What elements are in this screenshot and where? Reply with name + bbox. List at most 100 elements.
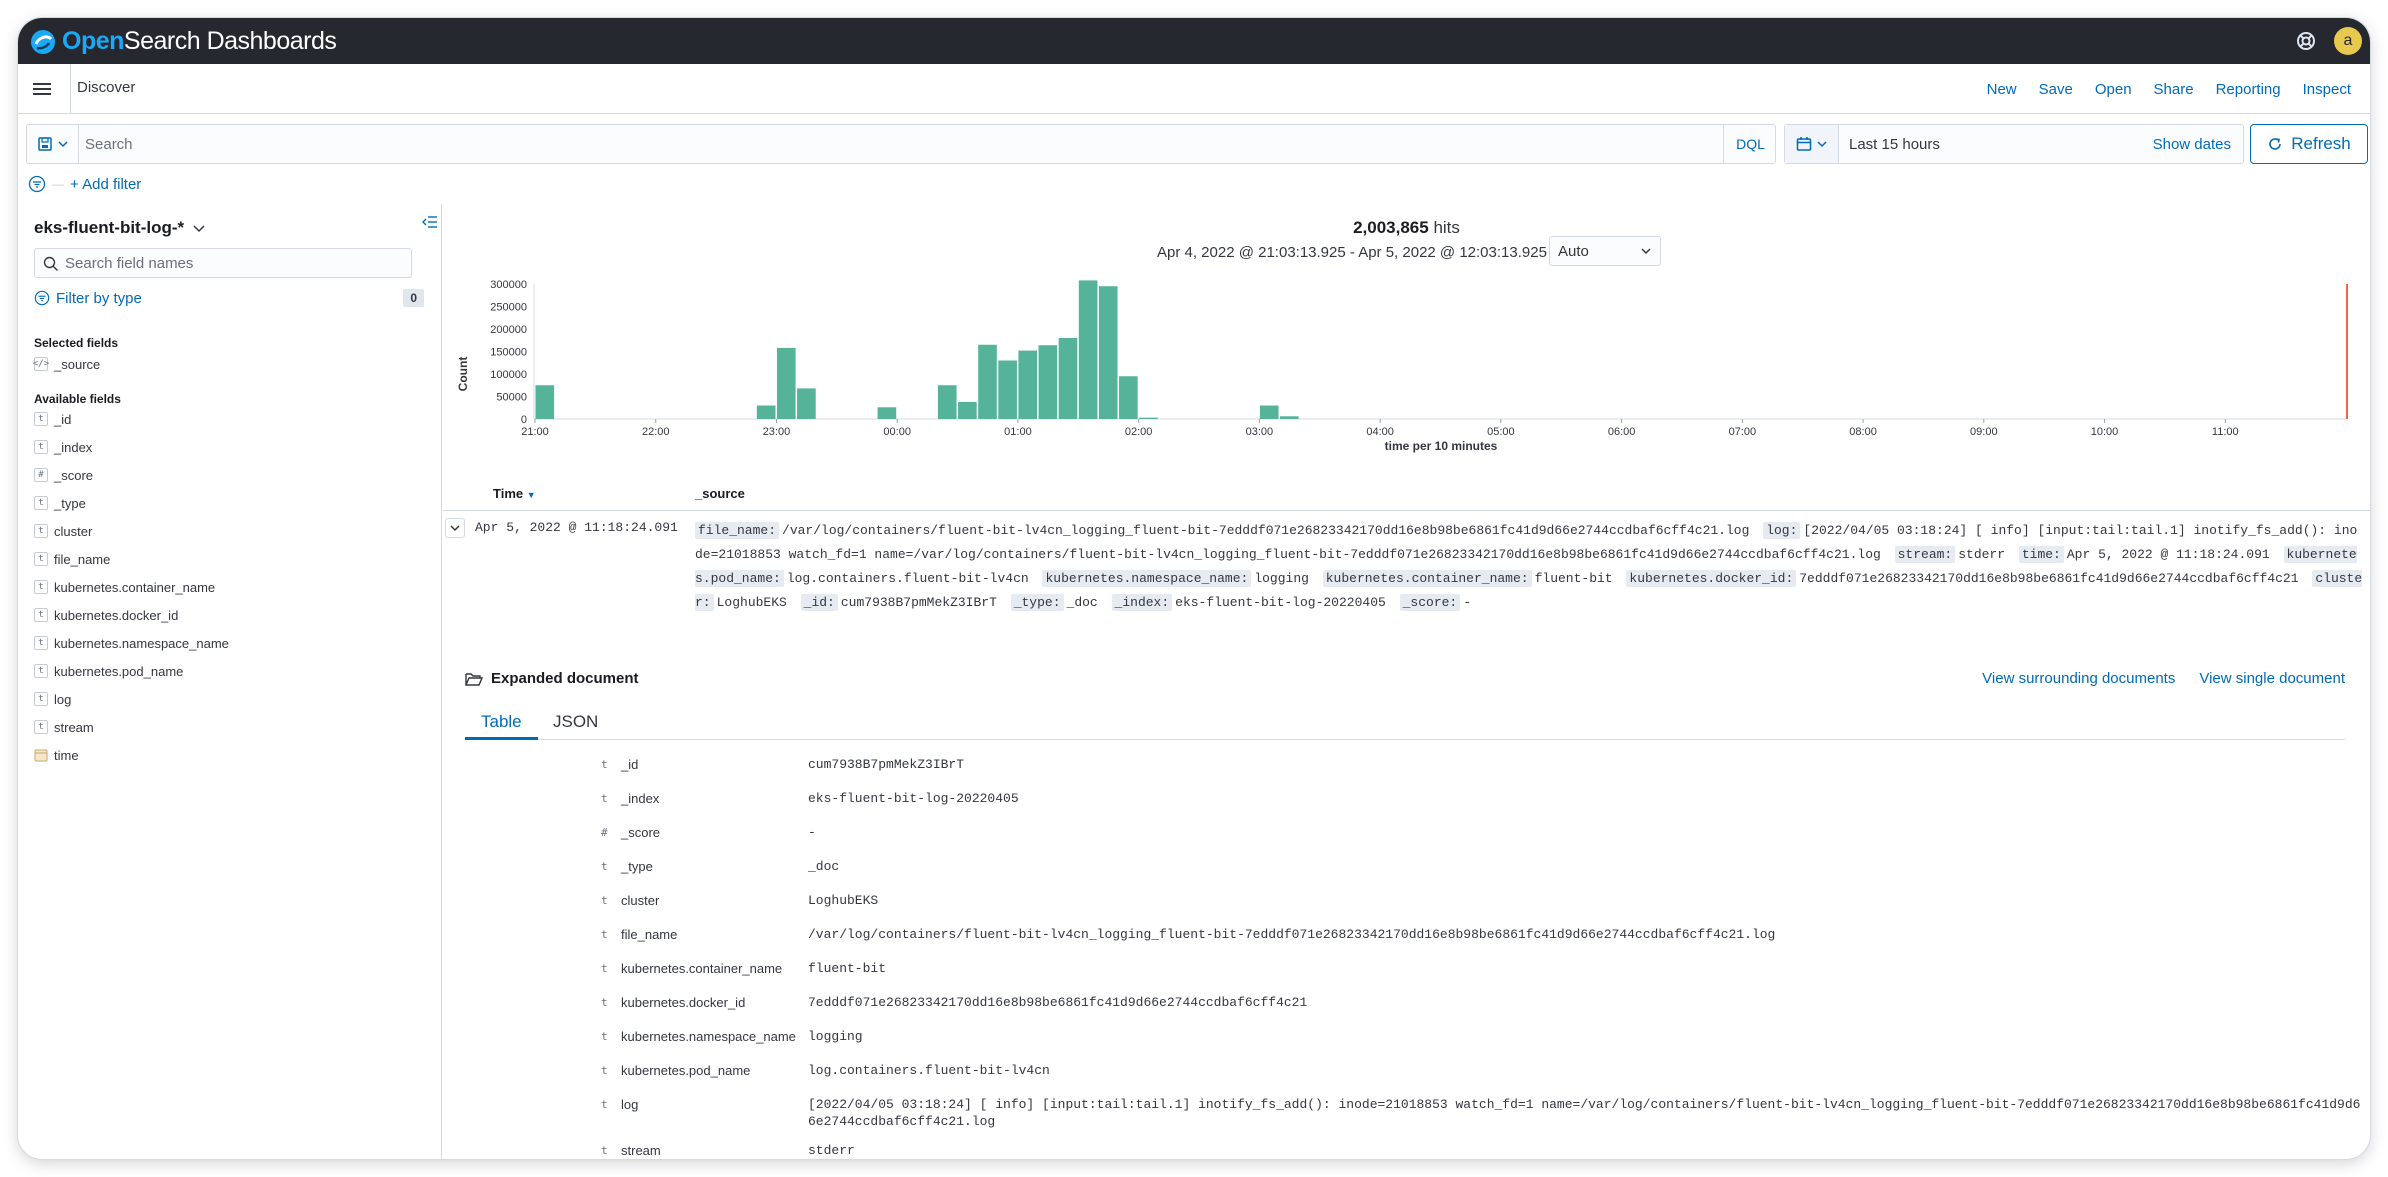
top-header: OpenSearch Dashboards a <box>18 18 2370 64</box>
time-column-header[interactable]: Time ▼ <box>493 486 536 501</box>
field-item-file-name[interactable]: t file_name <box>34 545 434 573</box>
histogram-bar[interactable] <box>1139 417 1158 419</box>
field-name: _source <box>54 356 101 372</box>
doc-field-value: logging <box>808 1029 863 1044</box>
interval-select[interactable]: Auto <box>1549 236 1661 266</box>
tab-json[interactable]: JSON <box>537 706 614 740</box>
field-search-input[interactable] <box>65 249 405 277</box>
open-link[interactable]: Open <box>2084 81 2143 98</box>
y-tick-label: 150000 <box>490 347 527 359</box>
histogram-bar[interactable] <box>1098 286 1118 419</box>
inspect-link[interactable]: Inspect <box>2292 81 2362 98</box>
doc-field-row: t stream stderr <box>443 1134 2370 1159</box>
histogram-bar[interactable] <box>978 344 997 419</box>
expanded-document-header: Expanded document View surrounding docum… <box>465 670 2345 694</box>
hits-label: hits <box>1433 218 1460 237</box>
source-key: kubernetes.docker_id: <box>1626 570 1797 587</box>
histogram-bar[interactable] <box>776 347 796 419</box>
field-item-stream[interactable]: t stream <box>34 713 434 741</box>
doc-field-type: t <box>601 758 608 771</box>
app-bar-divider <box>70 64 71 114</box>
field-item-log[interactable]: t log <box>34 685 434 713</box>
field-item-score[interactable]: # _score <box>34 461 434 489</box>
field-name: kubernetes.container_name <box>54 579 216 595</box>
field-item-cluster[interactable]: t cluster <box>34 517 434 545</box>
add-filter-button[interactable]: + Add filter <box>70 176 141 193</box>
doc-field-value: [2022/04/05 03:18:24] [ info] [input:tai… <box>808 1097 2361 1129</box>
histogram-bar[interactable] <box>877 407 897 419</box>
index-pattern-name: eks-fluent-bit-log-* <box>34 218 185 237</box>
histogram-bar[interactable] <box>1078 280 1098 419</box>
histogram-bar[interactable] <box>797 388 816 419</box>
field-name: stream <box>54 719 94 735</box>
histogram-bar[interactable] <box>1038 345 1058 419</box>
opensearch-logo[interactable]: OpenSearch Dashboards <box>30 27 337 56</box>
filter-by-type-button[interactable]: Filter by type 0 <box>34 286 424 310</box>
new-link[interactable]: New <box>1976 81 2028 98</box>
histogram-bar[interactable] <box>1018 350 1038 419</box>
refresh-icon <box>2269 138 2282 150</box>
field-item-kubernetes-docker-id[interactable]: t kubernetes.docker_id <box>34 601 434 629</box>
time-range-label: Last 15 hours <box>1849 136 1940 153</box>
histogram-bar[interactable] <box>1280 416 1299 419</box>
save-link[interactable]: Save <box>2028 81 2084 98</box>
reporting-link[interactable]: Reporting <box>2205 81 2292 98</box>
search-input[interactable] <box>85 125 1685 163</box>
index-pattern-selector[interactable]: eks-fluent-bit-log-* <box>34 218 206 238</box>
brand-open: Open <box>62 27 124 55</box>
doc-field-value: 7edddf071e26823342170dd16e8b98be6861fc41… <box>808 995 1308 1010</box>
field-item-source[interactable]: </> _source <box>32 350 434 378</box>
field-item-index[interactable]: t _index <box>34 433 434 461</box>
histogram-bar[interactable] <box>1259 405 1279 420</box>
source-value: Apr 5, 2022 @ 11:18:24.091 <box>2066 547 2270 562</box>
doc-field-key: _id <box>621 757 639 772</box>
share-link[interactable]: Share <box>2143 81 2205 98</box>
tab-table[interactable]: Table <box>465 706 538 740</box>
source-key: log: <box>1763 522 1801 539</box>
histogram-chart: Count time per 10 minutes 0 50000 100000 15… <box>456 279 2348 453</box>
expanded-document-title: Expanded document <box>465 670 639 687</box>
histogram-bar[interactable] <box>998 360 1017 420</box>
search-box: DQL <box>26 124 1776 164</box>
field-type-token: t <box>34 580 48 594</box>
field-item-kubernetes-namespace-name[interactable]: t kubernetes.namespace_name <box>34 629 434 657</box>
doc-field-key: log <box>621 1097 639 1112</box>
doc-field-row: t log [2022/04/05 03:18:24] [ info] [input… <box>443 1088 2370 1134</box>
refresh-button[interactable]: Refresh <box>2250 124 2368 164</box>
expanded-document-label: Expanded document <box>491 670 639 687</box>
quick-select-button[interactable] <box>1785 125 1839 163</box>
doc-field-value: /var/log/containers/fluent-bit-lv4cn_log… <box>808 927 1776 942</box>
field-type-token: t <box>34 552 48 566</box>
filter-options-icon[interactable] <box>28 175 46 193</box>
x-tick-label: 05:00 <box>1487 426 1515 438</box>
x-tick-label: 09:00 <box>1970 426 1998 438</box>
row-source-summary: file_name:/var/log/containers/fluent-bit… <box>695 519 2365 615</box>
view-surrounding-link[interactable]: View surrounding documents <box>1982 670 2175 687</box>
histogram-bar[interactable] <box>756 405 776 420</box>
show-dates-link[interactable]: Show dates <box>2153 136 2231 153</box>
field-item-kubernetes-pod-name[interactable]: t kubernetes.pod_name <box>34 657 434 685</box>
field-item-time[interactable]: time <box>34 741 434 769</box>
field-name: kubernetes.pod_name <box>54 663 184 679</box>
source-value: log.containers.fluent-bit-lv4cn <box>786 571 1029 586</box>
field-item-kubernetes-container-name[interactable]: t kubernetes.container_name <box>34 573 434 601</box>
app-window: OpenSearch Dashboards a Discover New Sav… <box>18 18 2370 1159</box>
doc-field-value: _doc <box>808 859 840 874</box>
histogram-bar[interactable] <box>937 385 957 419</box>
field-type-token: </> <box>32 357 50 371</box>
field-item-type[interactable]: t _type <box>34 489 434 517</box>
saved-queries-button[interactable] <box>27 125 79 163</box>
filter-icon <box>34 290 50 306</box>
user-avatar[interactable]: a <box>2334 27 2362 55</box>
histogram-bar[interactable] <box>958 401 977 419</box>
hamburger-menu-icon[interactable] <box>32 79 52 99</box>
row-collapse-button[interactable] <box>445 518 465 538</box>
field-item-id[interactable]: t _id <box>34 405 434 433</box>
histogram-bar[interactable] <box>535 385 555 419</box>
histogram-bar[interactable] <box>1119 376 1138 419</box>
histogram-bar[interactable] <box>1058 338 1078 419</box>
query-language-button[interactable]: DQL <box>1723 125 1777 163</box>
collapse-sidebar-icon[interactable] <box>422 214 438 230</box>
help-icon[interactable] <box>2294 29 2318 53</box>
view-single-link[interactable]: View single document <box>2199 670 2345 687</box>
